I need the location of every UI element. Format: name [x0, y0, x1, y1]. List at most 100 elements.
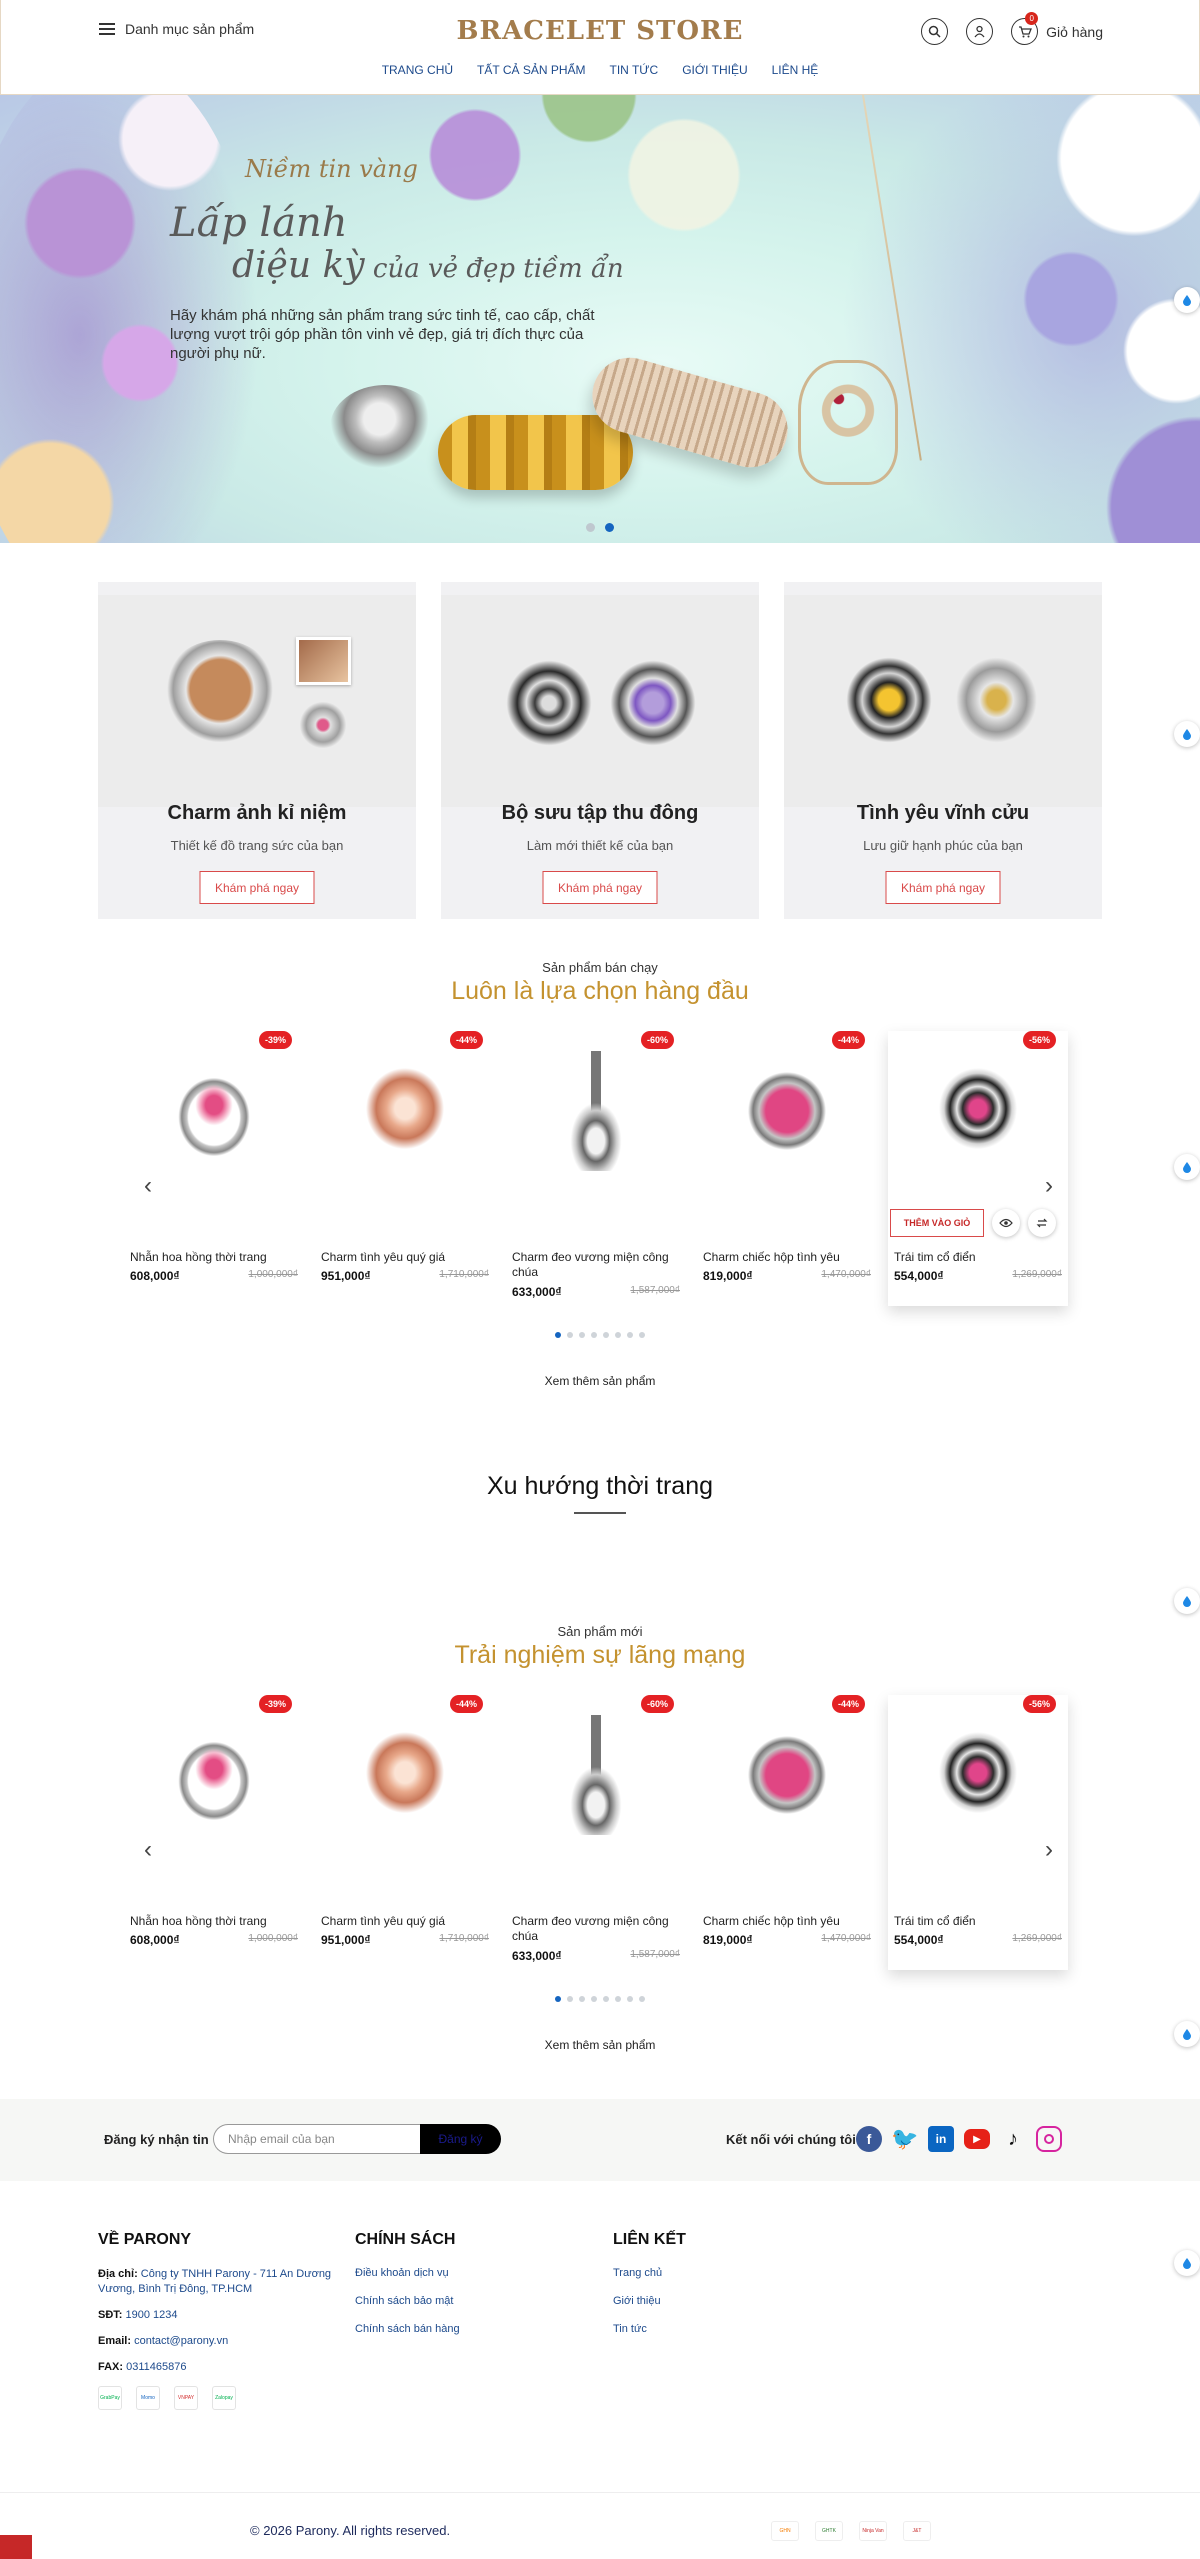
- compare-icon[interactable]: [1028, 1209, 1056, 1237]
- product-card[interactable]: -44% Charm chiếc hộp tình yêu 819,000₫ 1…: [697, 1031, 877, 1306]
- phone-value[interactable]: 1900 1234: [126, 2309, 178, 2321]
- carousel-dot[interactable]: [579, 1996, 585, 2002]
- floating-widget-icon[interactable]: [1174, 721, 1200, 747]
- carousel-dot[interactable]: [639, 1996, 645, 2002]
- product-name[interactable]: Nhẫn hoa hồng thời trang: [130, 1250, 300, 1265]
- product-card[interactable]: -44% Charm chiếc hộp tình yêu 819,000₫ 1…: [697, 1695, 877, 1970]
- product-card[interactable]: -39% Nhẫn hoa hồng thời trang 608,000₫ 1…: [124, 1695, 304, 1970]
- tiktok-icon[interactable]: ♪: [1000, 2126, 1026, 2152]
- promo-banner-eternal-love[interactable]: Tình yêu vĩnh cửu Lưu giữ hạnh phúc của …: [784, 582, 1102, 919]
- product-name[interactable]: Charm tình yêu quý giá: [321, 1914, 491, 1929]
- carousel-prev-arrow-icon[interactable]: ‹: [138, 1835, 158, 1865]
- policy-terms-link[interactable]: Điều khoản dịch vụ: [355, 2267, 460, 2279]
- facebook-icon[interactable]: f: [856, 2126, 882, 2152]
- linkedin-icon[interactable]: in: [928, 2126, 954, 2152]
- floating-widget-icon[interactable]: [1174, 1588, 1200, 1614]
- carousel-dot[interactable]: [567, 1996, 573, 2002]
- bestseller-carousel: -39% Nhẫn hoa hồng thời trang 608,000₫ 1…: [124, 1031, 1069, 1306]
- floating-widget-icon[interactable]: [1174, 2250, 1200, 2276]
- newsletter-email-input[interactable]: Nhập email của bạn: [213, 2124, 421, 2154]
- carousel-dot[interactable]: [591, 1332, 597, 1338]
- nav-all-products[interactable]: TẤT CẢ SẢN PHẨM: [477, 63, 585, 77]
- carousel-dot[interactable]: [627, 1332, 633, 1338]
- twitter-icon[interactable]: 🐦: [891, 2126, 918, 2152]
- carousel-dot[interactable]: [603, 1332, 609, 1338]
- carousel-dot[interactable]: [615, 1332, 621, 1338]
- product-name[interactable]: Charm đeo vương miện công chúa: [512, 1914, 682, 1944]
- carousel-dot[interactable]: [591, 1996, 597, 2002]
- product-name[interactable]: Charm chiếc hộp tình yêu: [703, 1914, 873, 1929]
- explore-button[interactable]: Khám phá ngay: [199, 871, 315, 904]
- carousel-dot[interactable]: [555, 1996, 561, 2002]
- product-name[interactable]: Trái tim cổ điển: [894, 1250, 1064, 1265]
- carousel-dot[interactable]: [615, 1996, 621, 2002]
- product-old-price: 1,587,000₫: [630, 1949, 680, 1960]
- product-card[interactable]: -39% Nhẫn hoa hồng thời trang 608,000₫ 1…: [124, 1031, 304, 1306]
- promo-banner-autumn[interactable]: Bộ sưu tập thu đông Làm mới thiết kế của…: [441, 582, 759, 919]
- product-name[interactable]: Charm đeo vương miện công chúa: [512, 1250, 682, 1280]
- newsletter-subscribe-button[interactable]: Đăng ký: [420, 2124, 501, 2154]
- product-name[interactable]: Charm chiếc hộp tình yêu: [703, 1250, 873, 1265]
- floating-widget-icon[interactable]: [1174, 287, 1200, 313]
- product-name[interactable]: Trái tim cổ điển: [894, 1914, 1064, 1929]
- corner-widget-icon[interactable]: [0, 2535, 32, 2559]
- trend-heading: Xu hướng thời trang: [486, 1472, 714, 1500]
- grabpay-logo: GrabPay: [98, 2386, 122, 2410]
- hero-dot-2[interactable]: [605, 523, 614, 532]
- carousel-dot[interactable]: [567, 1332, 573, 1338]
- product-image: [918, 1051, 1038, 1171]
- product-card[interactable]: -60% Charm đeo vương miện công chúa 633,…: [506, 1695, 686, 1970]
- bestseller-small-title: Sản phẩm bán chạy: [542, 960, 658, 975]
- nav-home[interactable]: TRANG CHỦ: [382, 63, 453, 77]
- see-more-link[interactable]: Xem thêm sản phẩm: [0, 2038, 1200, 2052]
- hero-title-line1: Lấp lánh: [170, 200, 348, 246]
- policy-privacy-link[interactable]: Chính sách bảo mật: [355, 2295, 460, 2307]
- product-old-price: 1,470,000₫: [821, 1933, 871, 1944]
- youtube-icon[interactable]: ▶: [964, 2129, 990, 2149]
- hero-dot-1[interactable]: [586, 523, 595, 532]
- explore-button[interactable]: Khám phá ngay: [542, 871, 658, 904]
- promo-banner-photo-charm[interactable]: Charm ảnh kỉ niệm Thiết kế đồ trang sức …: [98, 582, 416, 919]
- explore-button[interactable]: Khám phá ngay: [885, 871, 1001, 904]
- carousel-dot[interactable]: [555, 1332, 561, 1338]
- nav-news[interactable]: TIN TỨC: [610, 63, 659, 77]
- product-card-hovered[interactable]: -56% THÊM VÀO GIỎ Trái tim cổ điển 554,0…: [888, 1031, 1068, 1306]
- product-price: 554,000₫: [894, 1933, 944, 1947]
- product-old-price: 1,587,000₫: [630, 1285, 680, 1296]
- newsletter-bar: Đăng ký nhận tin Nhập email của bạn Đăng…: [0, 2099, 1200, 2181]
- search-icon[interactable]: [921, 18, 949, 45]
- payment-methods: GrabPay Momo VNPAY Zalopay: [98, 2386, 338, 2410]
- carousel-dot[interactable]: [603, 1996, 609, 2002]
- cart-button[interactable]: 0 Giỏ hàng: [1011, 12, 1103, 45]
- floating-widget-icon[interactable]: [1174, 1154, 1200, 1180]
- product-image: [727, 1715, 847, 1835]
- add-to-cart-button[interactable]: THÊM VÀO GIỎ: [890, 1209, 984, 1237]
- product-card[interactable]: -56% Trái tim cổ điển 554,000₫ 1,269,000…: [888, 1695, 1068, 1970]
- footer-about-link[interactable]: Giới thiệu: [613, 2295, 686, 2307]
- quick-view-eye-icon[interactable]: [992, 1209, 1020, 1237]
- footer-news-link[interactable]: Tin tức: [613, 2323, 686, 2335]
- hero-banner[interactable]: Niềm tin vàng Lấp lánh diệu kỳ của vẻ đẹ…: [0, 95, 1200, 543]
- nav-about[interactable]: GIỚI THIỆU: [682, 63, 747, 77]
- email-value[interactable]: contact@parony.vn: [134, 2335, 228, 2347]
- banner-title: Charm ảnh kỉ niệm: [167, 802, 347, 824]
- product-card[interactable]: -60% Charm đeo vương miện công chúa 633,…: [506, 1031, 686, 1306]
- product-name[interactable]: Charm tình yêu quý giá: [321, 1250, 491, 1265]
- see-more-link[interactable]: Xem thêm sản phẩm: [0, 1374, 1200, 1388]
- product-name[interactable]: Nhẫn hoa hồng thời trang: [130, 1914, 300, 1929]
- instagram-icon[interactable]: [1036, 2126, 1062, 2152]
- carousel-next-arrow-icon[interactable]: ›: [1039, 1171, 1059, 1201]
- footer-home-link[interactable]: Trang chủ: [613, 2267, 686, 2279]
- carousel-prev-arrow-icon[interactable]: ‹: [138, 1171, 158, 1201]
- product-card[interactable]: -44% Charm tình yêu quý giá 951,000₫ 1,7…: [315, 1695, 495, 1970]
- user-icon[interactable]: [966, 18, 994, 45]
- nav-contact[interactable]: LIÊN HỆ: [772, 63, 819, 77]
- copyright-text: © 2026 Parony. All rights reserved.: [250, 2523, 451, 2538]
- carousel-dot[interactable]: [579, 1332, 585, 1338]
- policy-sales-link[interactable]: Chính sách bán hàng: [355, 2323, 460, 2335]
- carousel-dot[interactable]: [639, 1332, 645, 1338]
- cart-count-badge: 0: [1025, 12, 1039, 25]
- product-card[interactable]: -44% Charm tình yêu quý giá 951,000₫ 1,7…: [315, 1031, 495, 1306]
- carousel-dot[interactable]: [627, 1996, 633, 2002]
- carousel-next-arrow-icon[interactable]: ›: [1039, 1835, 1059, 1865]
